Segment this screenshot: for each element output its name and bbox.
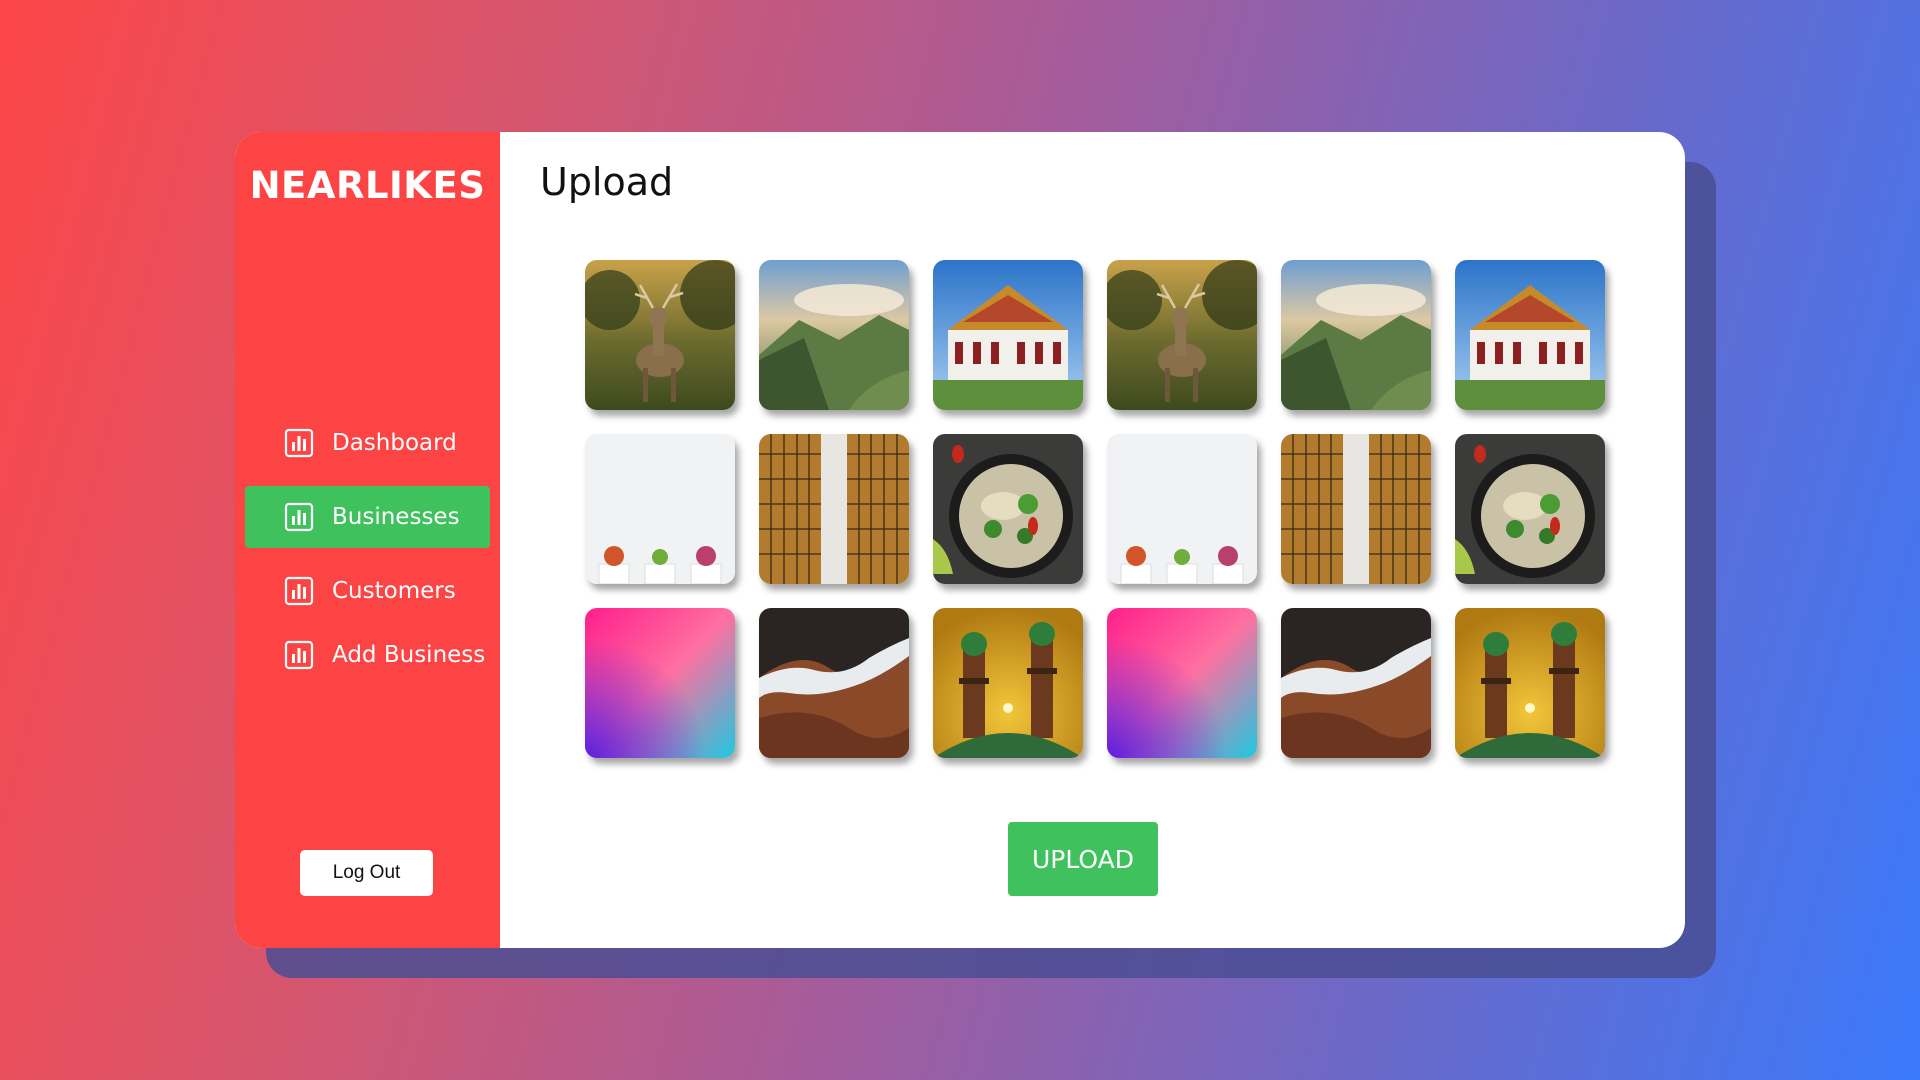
sidebar-nav: Dashboard Businesses Customers Add Busin… bbox=[245, 412, 490, 698]
gallery-image-canyon[interactable] bbox=[1281, 608, 1431, 758]
mountain-clouds-photo bbox=[759, 260, 909, 410]
canyon-photo bbox=[759, 608, 909, 758]
temple-photo bbox=[933, 260, 1083, 410]
sidebar-item-add-business[interactable]: Add Business bbox=[245, 624, 490, 686]
gallery-image-minarets[interactable] bbox=[1455, 608, 1605, 758]
sidebar-item-businesses[interactable]: Businesses bbox=[245, 486, 490, 548]
canyon-photo bbox=[1281, 608, 1431, 758]
skyscrapers-photo bbox=[1281, 434, 1431, 584]
gradient-photo bbox=[1107, 608, 1257, 758]
noodle-soup-photo bbox=[1455, 434, 1605, 584]
bar-chart-icon bbox=[284, 428, 314, 458]
sidebar-item-dashboard[interactable]: Dashboard bbox=[245, 412, 490, 474]
minaret-towers-photo bbox=[933, 608, 1083, 758]
sidebar-item-customers[interactable]: Customers bbox=[245, 560, 490, 622]
succulent-pots-photo bbox=[1107, 434, 1257, 584]
bar-chart-icon bbox=[284, 576, 314, 606]
bar-chart-icon bbox=[284, 640, 314, 670]
skyscrapers-photo bbox=[759, 434, 909, 584]
mountain-clouds-photo bbox=[1281, 260, 1431, 410]
brand-logo: NEARLIKES bbox=[249, 164, 486, 207]
noodle-soup-photo bbox=[933, 434, 1083, 584]
image-gallery bbox=[585, 260, 1605, 758]
gallery-image-noodle-soup[interactable] bbox=[933, 434, 1083, 584]
gallery-image-minarets[interactable] bbox=[933, 608, 1083, 758]
sidebar: NEARLIKES Dashboard Businesses Customers… bbox=[235, 132, 500, 948]
gallery-image-succulents[interactable] bbox=[585, 434, 735, 584]
deer-photo bbox=[1107, 260, 1257, 410]
bar-chart-icon bbox=[284, 502, 314, 532]
deer-photo bbox=[585, 260, 735, 410]
gallery-image-skyscrapers[interactable] bbox=[759, 434, 909, 584]
minaret-towers-photo bbox=[1455, 608, 1605, 758]
sidebar-item-label: Dashboard bbox=[332, 430, 457, 456]
sidebar-item-label: Add Business bbox=[332, 642, 486, 668]
gallery-image-mountain[interactable] bbox=[1281, 260, 1431, 410]
gallery-image-temple[interactable] bbox=[1455, 260, 1605, 410]
gallery-image-canyon[interactable] bbox=[759, 608, 909, 758]
gallery-image-succulents[interactable] bbox=[1107, 434, 1257, 584]
main-panel: Upload UPLOAD bbox=[500, 132, 1685, 948]
gradient-photo bbox=[585, 608, 735, 758]
temple-photo bbox=[1455, 260, 1605, 410]
logout-button[interactable]: Log Out bbox=[300, 850, 433, 896]
gallery-image-gradient[interactable] bbox=[585, 608, 735, 758]
gallery-image-temple[interactable] bbox=[933, 260, 1083, 410]
gallery-image-noodle-soup[interactable] bbox=[1455, 434, 1605, 584]
gallery-image-skyscrapers[interactable] bbox=[1281, 434, 1431, 584]
gallery-image-deer[interactable] bbox=[1107, 260, 1257, 410]
gallery-image-gradient[interactable] bbox=[1107, 608, 1257, 758]
app-card: NEARLIKES Dashboard Businesses Customers… bbox=[235, 132, 1685, 948]
sidebar-item-label: Businesses bbox=[332, 504, 460, 530]
upload-button[interactable]: UPLOAD bbox=[1008, 822, 1158, 896]
sidebar-item-label: Customers bbox=[332, 578, 456, 604]
gallery-image-deer[interactable] bbox=[585, 260, 735, 410]
gallery-image-mountain[interactable] bbox=[759, 260, 909, 410]
succulent-pots-photo bbox=[585, 434, 735, 584]
page-title: Upload bbox=[540, 160, 674, 204]
